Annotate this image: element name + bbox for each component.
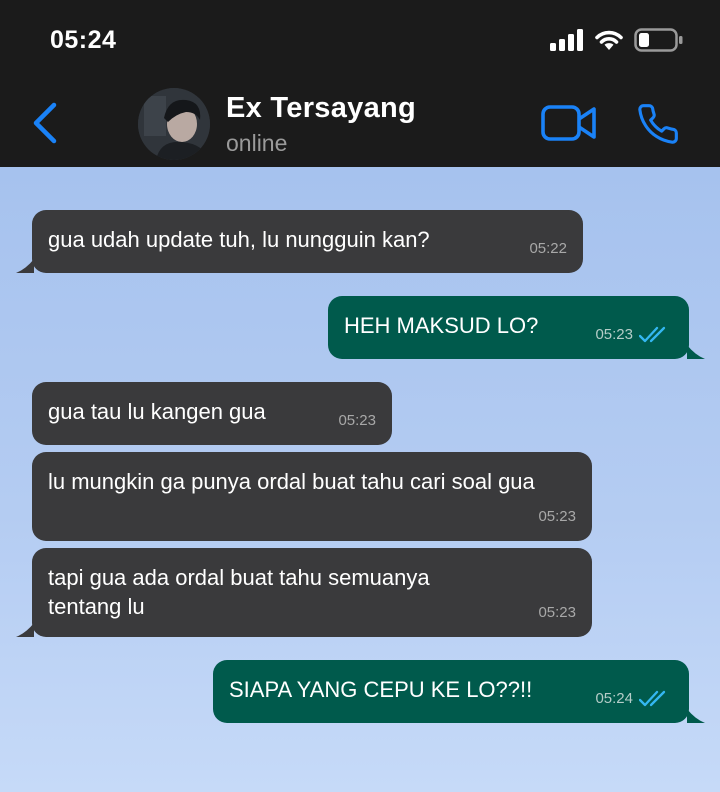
contact-avatar[interactable]: [138, 88, 210, 160]
message-time: 05:23: [595, 326, 633, 343]
bubble-tail: [16, 259, 34, 273]
contact-name[interactable]: Ex Tersayang: [226, 92, 416, 125]
bubble-tail: [687, 709, 705, 723]
chevron-left-icon[interactable]: [28, 100, 62, 146]
chat-area[interactable]: gua udah update tuh, lu nungguin kan? 05…: [0, 167, 720, 792]
message-time: 05:23: [338, 412, 376, 429]
message-outgoing[interactable]: SIAPA YANG CEPU KE LO??!! 05:24: [213, 660, 705, 723]
bubble-tail: [16, 623, 34, 637]
message-text: lu mungkin ga punya ordal buat tahu cari…: [48, 469, 535, 494]
message-time: 05:22: [529, 240, 567, 257]
message-incoming[interactable]: lu mungkin ga punya ordal buat tahu cari…: [32, 452, 592, 541]
message-time: 05:23: [538, 508, 576, 525]
bubble-tail: [687, 345, 705, 359]
double-check-icon: [639, 690, 666, 706]
message-time: 05:23: [538, 604, 576, 621]
message-text: SIAPA YANG CEPU KE LO??!!: [229, 677, 533, 702]
message-text: HEH MAKSUD LO?: [344, 313, 539, 338]
message-incoming[interactable]: gua udah update tuh, lu nungguin kan? 05…: [16, 210, 583, 273]
video-camera-icon[interactable]: [541, 104, 597, 142]
message-text: gua tau lu kangen gua: [48, 399, 266, 424]
message-incoming[interactable]: tapi gua ada ordal buat tahu semuanya te…: [16, 548, 592, 637]
contact-status: online: [226, 130, 288, 156]
message-time: 05:24: [595, 690, 633, 707]
phone-icon[interactable]: [636, 102, 680, 146]
top-bar: 05:24 Ex Tersayang online: [0, 0, 720, 167]
avatar-photo: [138, 88, 210, 160]
message-text: tapi gua ada ordal buat tahu semuanya te…: [48, 565, 430, 619]
status-bar: 05:24: [0, 0, 720, 80]
wifi-icon: [595, 30, 623, 50]
status-time: 05:24: [50, 26, 117, 54]
message-incoming[interactable]: gua tau lu kangen gua 05:23: [32, 382, 392, 445]
double-check-icon: [639, 326, 666, 342]
battery-icon: [634, 28, 683, 52]
status-icons: [550, 28, 684, 52]
message-outgoing[interactable]: HEH MAKSUD LO? 05:23: [328, 296, 705, 359]
chat-header: Ex Tersayang online: [0, 80, 720, 167]
cellular-signal-icon: [550, 29, 583, 51]
message-text: gua udah update tuh, lu nungguin kan?: [48, 227, 430, 252]
